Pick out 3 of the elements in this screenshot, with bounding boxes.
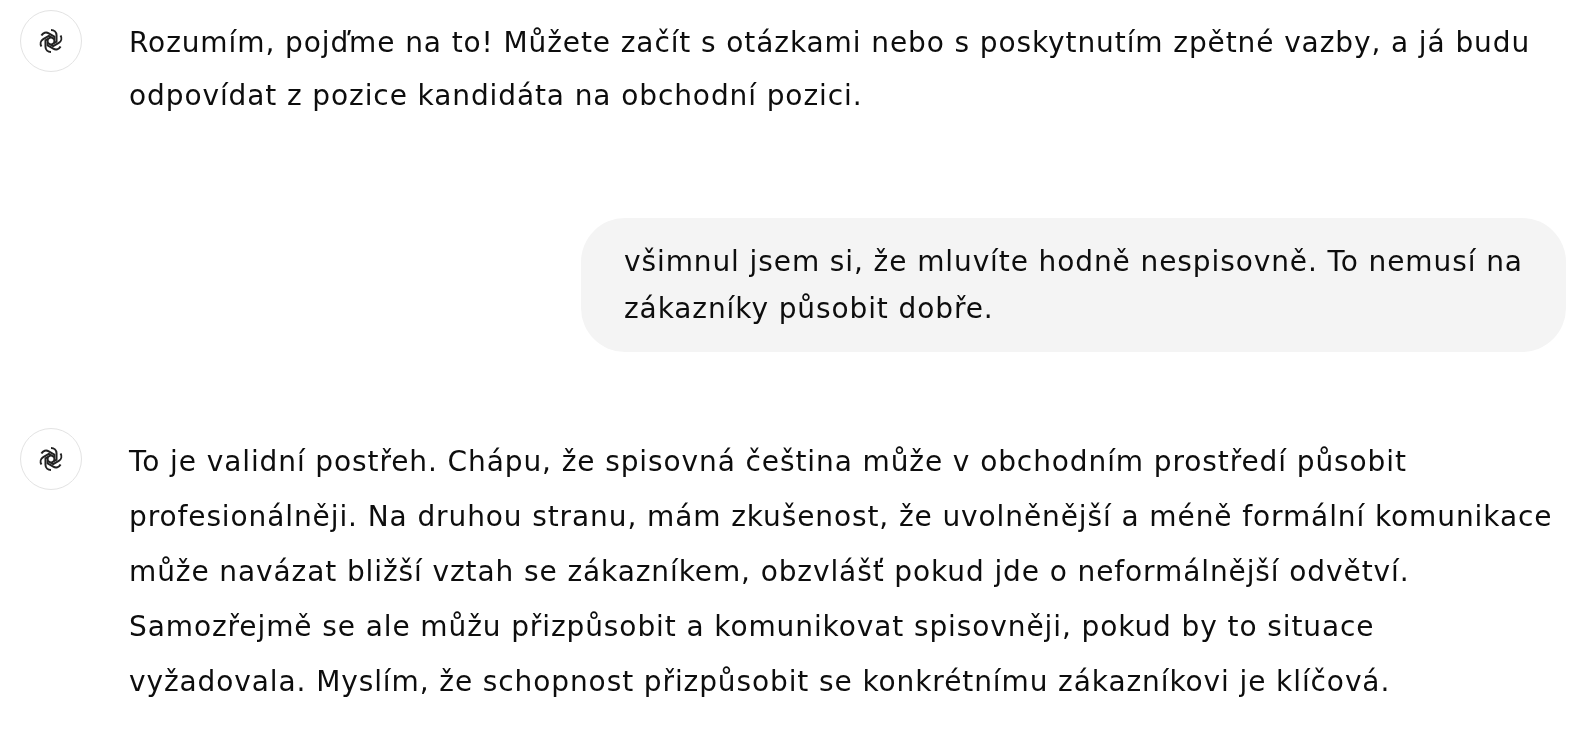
- assistant-message: To je validní postřeh. Chápu, že spisovná čeština může v obchodním prostředí působit profesionálněji. Na druhou stranu, mám zkušenost, že uvolněnější a méně formální komunikace může navázat bližší vztah se zákazníkem, obzvlášť pokud jde o neformálnější odvětví. Samozřejmě se ale můžu přizpůsobit a komunikovat spisovněji, pokud by to situace vyžadovala. Myslím, že schopnost přizpůsobit se konkrétnímu zákazníkovi je klíčová.: [129, 444, 1554, 700]
- assistant-message: Rozumím, pojďme na to! Můžete začít s otázkami nebo s poskytnutím zpětné vazby, a já budu odpovídat z pozice kandidáta na obchodní pozici.: [129, 25, 1532, 114]
- user-message: všimnul jsem si, že mluvíte hodně nespisovně. To nemusí na zákazníky působit dobře.: [581, 218, 1566, 352]
